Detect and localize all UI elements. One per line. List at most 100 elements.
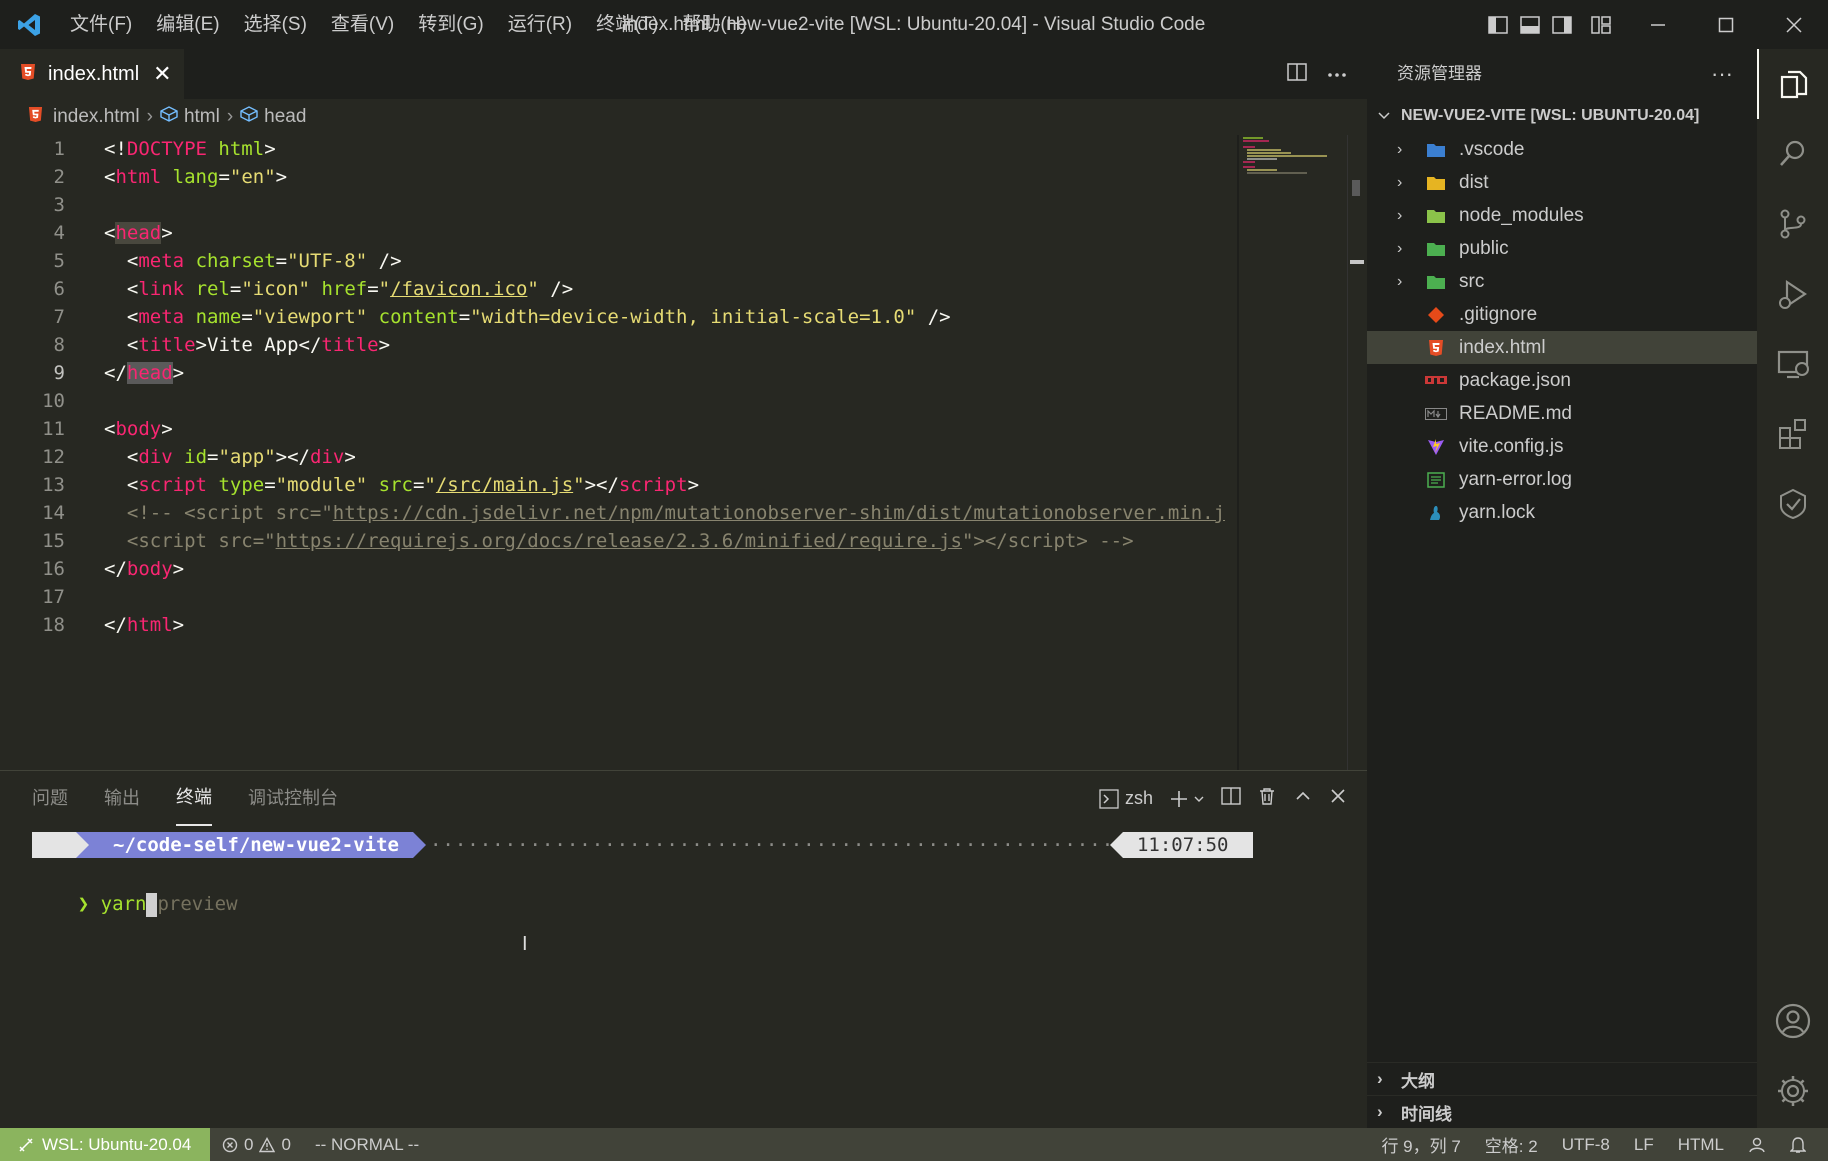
terminal-shell-selector[interactable]: zsh xyxy=(1099,788,1153,809)
tab-debug-console[interactable]: 调试控制台 xyxy=(248,771,338,826)
editor-tabs: index.html ✕ xyxy=(0,49,1367,99)
tree-item-package-json[interactable]: package.json xyxy=(1367,364,1757,397)
code-text: <link rel="icon" href="/favicon.ico" /> xyxy=(126,278,574,300)
chevron-down-icon xyxy=(1378,112,1390,120)
editor-scrollbar[interactable] xyxy=(1347,135,1367,770)
remote-explorer-icon[interactable] xyxy=(1757,329,1828,399)
menu-terminal[interactable]: 终端(T) xyxy=(584,0,670,49)
source-control-icon[interactable] xyxy=(1757,189,1828,259)
folder-src-icon xyxy=(1425,271,1447,293)
tree-item-public[interactable]: › public xyxy=(1367,232,1757,265)
tree-item-yarn-error-log[interactable]: yarn-error.log xyxy=(1367,463,1757,496)
line-number: 2 xyxy=(53,166,65,188)
split-editor-icon[interactable] xyxy=(1287,62,1307,86)
menu-edit[interactable]: 编辑(E) xyxy=(144,0,231,49)
testing-icon[interactable] xyxy=(1757,469,1828,539)
more-actions-icon[interactable] xyxy=(1327,65,1347,83)
code-editor[interactable]: 1 <!DOCTYPE html> 2 <html lang="en"> 3 4 <h… xyxy=(0,135,1235,770)
notifications-bell-icon[interactable] xyxy=(1778,1128,1818,1161)
code-text: <meta charset="UTF-8" /> xyxy=(126,250,402,272)
close-panel-icon[interactable] xyxy=(1329,787,1347,810)
code-line: 5 <meta charset="UTF-8" /> xyxy=(0,247,1235,275)
tree-item-vscode[interactable]: › .vscode xyxy=(1367,133,1757,166)
outline-section[interactable]: › 大纲 xyxy=(1367,1062,1757,1095)
code-text: <div id="app"></div> xyxy=(126,446,356,468)
menu-run[interactable]: 运行(R) xyxy=(496,0,584,49)
end-of-line[interactable]: LF xyxy=(1622,1128,1666,1161)
remote-indicator[interactable]: WSL: Ubuntu-20.04 xyxy=(0,1128,210,1161)
line-number: 12 xyxy=(42,446,65,468)
activity-bar xyxy=(1757,49,1828,1128)
cursor-position[interactable]: 行 9，列 7 xyxy=(1369,1128,1472,1161)
code-line: 13 <script type="module" src="/src/main.… xyxy=(0,471,1235,499)
gear-icon[interactable] xyxy=(1757,1056,1828,1126)
chevron-right-icon: › xyxy=(226,106,234,127)
customize-layout-icon[interactable] xyxy=(1578,0,1624,49)
remote-label: WSL: Ubuntu-20.04 xyxy=(42,1134,192,1154)
vite-icon xyxy=(1425,436,1447,458)
explorer-icon[interactable] xyxy=(1757,49,1828,119)
code-line: 18 </html> xyxy=(0,611,1235,639)
tab-close-icon[interactable]: ✕ xyxy=(153,61,171,87)
breadcrumb-head[interactable]: head xyxy=(240,106,306,128)
breadcrumb-file[interactable]: index.html xyxy=(28,106,140,129)
trash-icon[interactable] xyxy=(1257,786,1277,811)
toggle-panel-icon[interactable] xyxy=(1514,0,1546,49)
toggle-primary-sidebar-icon[interactable] xyxy=(1482,0,1514,49)
menu-file[interactable]: 文件(F) xyxy=(58,0,144,49)
explorer-root-folder[interactable]: NEW-VUE2-VITE [WSL: UBUNTU-20.04] xyxy=(1367,99,1757,133)
line-number: 15 xyxy=(42,530,65,552)
tree-item-dist[interactable]: › dist xyxy=(1367,166,1757,199)
tree-item-node-modules[interactable]: › node_modules xyxy=(1367,199,1757,232)
outline-label: 大纲 xyxy=(1401,1071,1435,1091)
tree-item-src[interactable]: › src xyxy=(1367,265,1757,298)
terminal-input-line[interactable]: ❯ yarn preview xyxy=(32,862,238,917)
maximize-panel-icon[interactable] xyxy=(1293,786,1313,811)
tree-item-gitignore[interactable]: .gitignore xyxy=(1367,298,1757,331)
feedback-icon[interactable] xyxy=(1736,1128,1778,1161)
shell-label: zsh xyxy=(1124,788,1153,808)
search-icon[interactable] xyxy=(1757,119,1828,189)
symbol-element-icon xyxy=(160,106,178,128)
menu-view[interactable]: 查看(V) xyxy=(319,0,406,49)
warning-count: 0 xyxy=(281,1134,291,1154)
minimap[interactable] xyxy=(1237,135,1347,770)
tree-item-label: package.json xyxy=(1459,369,1571,391)
tree-item-readme[interactable]: README.md xyxy=(1367,397,1757,430)
tab-output[interactable]: 输出 xyxy=(104,771,140,826)
maximize-icon[interactable] xyxy=(1692,0,1760,49)
menu-go[interactable]: 转到(G) xyxy=(406,0,495,49)
folder-public-icon xyxy=(1425,238,1447,260)
explorer-more-icon[interactable]: ··· xyxy=(1711,49,1733,99)
tree-item-vite-config[interactable]: vite.config.js xyxy=(1367,430,1757,463)
explorer-sidebar: 资源管理器 ··· NEW-VUE2-VITE [WSL: UBUNTU-20.… xyxy=(1367,49,1757,1128)
problems-indicator[interactable]: 0 0 xyxy=(210,1128,303,1161)
code-text: </html> xyxy=(104,614,185,636)
menu-selection[interactable]: 选择(S) xyxy=(232,0,319,49)
tree-item-index-html[interactable]: index.html xyxy=(1367,331,1757,364)
run-debug-icon[interactable] xyxy=(1757,259,1828,329)
encoding[interactable]: UTF-8 xyxy=(1550,1128,1622,1161)
indentation[interactable]: 空格: 2 xyxy=(1473,1128,1550,1161)
new-terminal-button[interactable] xyxy=(1169,789,1205,809)
account-icon[interactable] xyxy=(1757,986,1828,1056)
timeline-section[interactable]: › 时间线 xyxy=(1367,1095,1757,1128)
code-text: <head> xyxy=(104,222,173,244)
tab-terminal[interactable]: 终端 xyxy=(176,771,212,826)
vscode-logo-icon xyxy=(0,0,58,49)
title-controls xyxy=(1482,0,1828,49)
tab-problems[interactable]: 问题 xyxy=(32,771,68,826)
split-terminal-icon[interactable] xyxy=(1221,786,1241,811)
language-mode[interactable]: HTML xyxy=(1666,1128,1736,1161)
menu-help[interactable]: 帮助(H) xyxy=(670,0,758,49)
minimize-icon[interactable] xyxy=(1624,0,1692,49)
breadcrumb-html[interactable]: html xyxy=(160,106,220,128)
tree-item-yarn-lock[interactable]: yarn.lock xyxy=(1367,496,1757,529)
close-window-icon[interactable] xyxy=(1760,0,1828,49)
tab-index-html[interactable]: index.html ✕ xyxy=(0,49,184,99)
error-count: 0 xyxy=(244,1134,254,1154)
chevron-right-icon: › xyxy=(1377,1102,1383,1121)
scrollbar-thumb[interactable] xyxy=(1352,180,1360,196)
extensions-icon[interactable] xyxy=(1757,399,1828,469)
toggle-secondary-sidebar-icon[interactable] xyxy=(1546,0,1578,49)
